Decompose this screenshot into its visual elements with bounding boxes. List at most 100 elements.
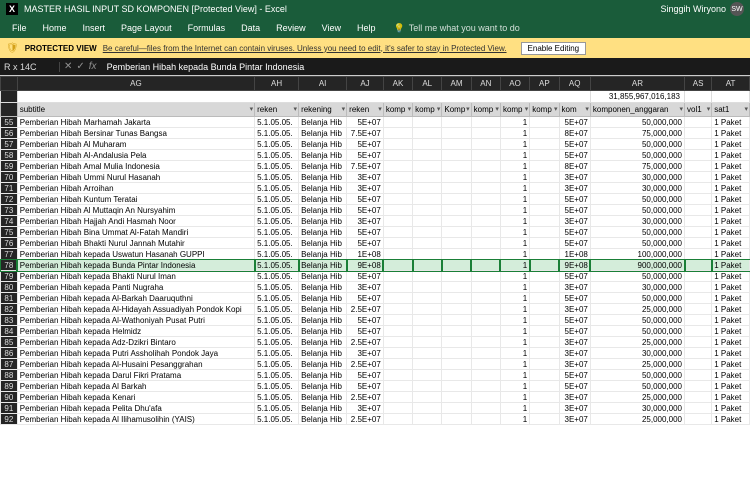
- cell[interactable]: 5E+07: [347, 238, 384, 249]
- cell[interactable]: [471, 117, 500, 128]
- field-subtitle[interactable]: subtitle: [17, 103, 254, 117]
- cell[interactable]: Belanja Hib: [299, 117, 347, 128]
- cell-anggaran[interactable]: 50,000,000: [590, 293, 684, 304]
- cell[interactable]: [685, 348, 712, 359]
- cell[interactable]: Belanja Hib: [299, 271, 347, 282]
- cell-anggaran[interactable]: 50,000,000: [590, 381, 684, 392]
- cell[interactable]: [413, 403, 442, 414]
- fx-icon[interactable]: fx: [89, 61, 97, 72]
- cell[interactable]: [413, 238, 442, 249]
- cell[interactable]: 1: [500, 238, 529, 249]
- cell[interactable]: [471, 282, 500, 293]
- cell[interactable]: [442, 392, 471, 403]
- cell[interactable]: [442, 216, 471, 227]
- cell[interactable]: 1: [500, 337, 529, 348]
- cell[interactable]: [530, 128, 559, 139]
- tab-review[interactable]: Review: [268, 23, 314, 33]
- cell[interactable]: 1: [500, 249, 529, 260]
- table-row[interactable]: 70Pemberian Hibah Ummi Nurul Hasanah5.1.…: [1, 172, 750, 183]
- cell[interactable]: [383, 414, 412, 425]
- cell-subtitle[interactable]: Pemberian Hibah Bhakti Nurul Jannah Muta…: [17, 238, 254, 249]
- cell[interactable]: [685, 227, 712, 238]
- select-all-corner[interactable]: [1, 77, 18, 91]
- cell[interactable]: Belanja Hib: [299, 370, 347, 381]
- table-row[interactable]: 83Pemberian Hibah kepada Al-Wathoniyah P…: [1, 315, 750, 326]
- cell[interactable]: [442, 326, 471, 337]
- tab-file[interactable]: File: [4, 23, 35, 33]
- cell[interactable]: 3E+07: [347, 348, 384, 359]
- cell-anggaran[interactable]: 50,000,000: [590, 315, 684, 326]
- cell[interactable]: 5.1.05.05.: [255, 150, 299, 161]
- cell[interactable]: 5E+07: [559, 227, 590, 238]
- cell[interactable]: 1: [500, 359, 529, 370]
- cell-anggaran[interactable]: 25,000,000: [590, 392, 684, 403]
- table-row[interactable]: 56Pemberian Hibah Bersinar Tunas Bangsa5…: [1, 128, 750, 139]
- cell[interactable]: [442, 414, 471, 425]
- row-number[interactable]: 83: [1, 315, 18, 326]
- cell-subtitle[interactable]: Pemberian Hibah Al Muttaqin An Nursyahim: [17, 205, 254, 216]
- cell[interactable]: 5E+07: [559, 271, 590, 282]
- cell-subtitle[interactable]: Pemberian Hibah kepada Adz-Dzikri Bintar…: [17, 337, 254, 348]
- cell-anggaran[interactable]: 100,000,000: [590, 249, 684, 260]
- cell[interactable]: [413, 414, 442, 425]
- row-number[interactable]: 81: [1, 293, 18, 304]
- col-header[interactable]: AJ: [347, 77, 384, 91]
- cell-anggaran[interactable]: 50,000,000: [590, 139, 684, 150]
- field-sat1[interactable]: sat1: [712, 103, 750, 117]
- cell[interactable]: [530, 161, 559, 172]
- cell[interactable]: 2.5E+07: [347, 337, 384, 348]
- cell[interactable]: 3E+07: [559, 337, 590, 348]
- cell[interactable]: [530, 337, 559, 348]
- cell[interactable]: 5E+07: [347, 370, 384, 381]
- cell[interactable]: Belanja Hib: [299, 238, 347, 249]
- cell[interactable]: [685, 337, 712, 348]
- row-number[interactable]: 72: [1, 194, 18, 205]
- table-row[interactable]: 57Pemberian Hibah Al Muharam5.1.05.05.Be…: [1, 139, 750, 150]
- cell[interactable]: [685, 150, 712, 161]
- cell[interactable]: 5.1.05.05.: [255, 183, 299, 194]
- table-row[interactable]: 91Pemberian Hibah kepada Pelita Dhu'afa5…: [1, 403, 750, 414]
- col-header[interactable]: AG: [17, 77, 254, 91]
- cell-sat[interactable]: 1 Paket: [712, 293, 750, 304]
- cell[interactable]: [442, 249, 471, 260]
- cell[interactable]: [413, 249, 442, 260]
- col-header[interactable]: AO: [500, 77, 529, 91]
- cell[interactable]: 5.1.05.05.: [255, 216, 299, 227]
- cell-sat[interactable]: 1 Paket: [712, 139, 750, 150]
- col-header[interactable]: AP: [530, 77, 559, 91]
- cell-subtitle[interactable]: Pemberian Hibah kepada Darul Fikri Prata…: [17, 370, 254, 381]
- cell[interactable]: [471, 370, 500, 381]
- row-number[interactable]: 73: [1, 205, 18, 216]
- enable-editing-button[interactable]: Enable Editing: [521, 42, 587, 55]
- cell-subtitle[interactable]: Pemberian Hibah Kuntum Teratai: [17, 194, 254, 205]
- cell[interactable]: [413, 271, 442, 282]
- cell[interactable]: 5E+07: [347, 205, 384, 216]
- cell[interactable]: Belanja Hib: [299, 194, 347, 205]
- field-komp[interactable]: komp: [413, 103, 442, 117]
- cell[interactable]: [442, 271, 471, 282]
- field-header-row[interactable]: subtitle reken rekening reken komp komp …: [1, 103, 750, 117]
- cell[interactable]: 5E+07: [347, 315, 384, 326]
- cell[interactable]: [471, 337, 500, 348]
- table-row[interactable]: 71Pemberian Hibah Arroihan5.1.05.05.Bela…: [1, 183, 750, 194]
- cell[interactable]: [685, 326, 712, 337]
- cell[interactable]: 1: [500, 271, 529, 282]
- cell[interactable]: [413, 370, 442, 381]
- cell[interactable]: Belanja Hib: [299, 304, 347, 315]
- field-komp[interactable]: komp: [471, 103, 500, 117]
- cell[interactable]: 1: [500, 282, 529, 293]
- field-vol1[interactable]: vol1: [685, 103, 712, 117]
- cell[interactable]: [442, 117, 471, 128]
- tab-insert[interactable]: Insert: [75, 23, 114, 33]
- cell[interactable]: 5E+07: [559, 139, 590, 150]
- cell-anggaran[interactable]: 25,000,000: [590, 414, 684, 425]
- cell[interactable]: 5.1.05.05.: [255, 403, 299, 414]
- grand-total-cell[interactable]: 31,855,967,016,183: [590, 91, 684, 103]
- cell-sat[interactable]: 1 Paket: [712, 260, 750, 271]
- cell[interactable]: Belanja Hib: [299, 337, 347, 348]
- cell[interactable]: [413, 260, 442, 271]
- cell[interactable]: [530, 370, 559, 381]
- cell[interactable]: 2.5E+07: [347, 304, 384, 315]
- cell[interactable]: Belanja Hib: [299, 161, 347, 172]
- name-box[interactable]: R x 14C: [0, 62, 60, 72]
